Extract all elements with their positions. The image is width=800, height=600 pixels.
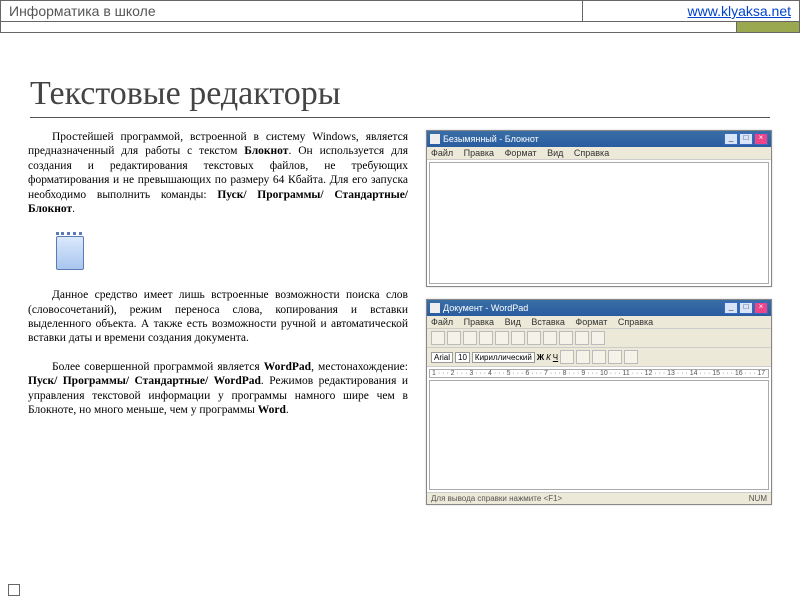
align-left-icon[interactable] <box>576 350 590 364</box>
charset-select[interactable]: Кириллический <box>472 352 535 363</box>
menu-format[interactable]: Формат <box>505 148 537 158</box>
header-sub-row <box>0 22 800 33</box>
menu-edit[interactable]: Правка <box>464 148 494 158</box>
menu-format[interactable]: Формат <box>575 317 607 327</box>
notepad-menubar: Файл Правка Формат Вид Справка <box>427 147 771 160</box>
wordpad-text-area[interactable] <box>429 380 769 490</box>
wordpad-menubar: Файл Правка Вид Вставка Формат Справка <box>427 316 771 329</box>
notepad-titlebar: Безымянный - Блокнот _ □ × <box>427 131 771 147</box>
header-sub-left <box>1 22 737 32</box>
undo-icon[interactable] <box>575 331 589 345</box>
color-icon[interactable] <box>560 350 574 364</box>
menu-file[interactable]: Файл <box>431 148 453 158</box>
wordpad-statusbar: Для вывода справки нажмите <F1> NUM <box>427 492 771 504</box>
menu-help[interactable]: Справка <box>574 148 609 158</box>
status-num: NUM <box>749 494 767 503</box>
align-right-icon[interactable] <box>608 350 622 364</box>
paragraph-3: Более совершенной программой является Wo… <box>28 360 408 418</box>
title-divider <box>30 117 770 118</box>
image-column: Безымянный - Блокнот _ □ × Файл Правка Ф… <box>426 130 772 505</box>
menu-edit[interactable]: Правка <box>464 317 494 327</box>
page-title: Текстовые редакторы <box>30 75 800 113</box>
minimize-button[interactable]: _ <box>724 302 738 314</box>
preview-icon[interactable] <box>495 331 509 345</box>
paste-icon[interactable] <box>559 331 573 345</box>
datetime-icon[interactable] <box>591 331 605 345</box>
close-button[interactable]: × <box>754 133 768 145</box>
content-row: Простейшей программой, встроенной в сист… <box>0 130 800 505</box>
notepad-text-area[interactable] <box>429 162 769 284</box>
window-buttons: _ □ × <box>724 302 768 314</box>
footer-marker <box>8 584 20 596</box>
header-subject: Информатика в школе <box>1 1 583 21</box>
text-column: Простейшей программой, встроенной в сист… <box>28 130 408 505</box>
print-icon[interactable] <box>479 331 493 345</box>
cut-icon[interactable] <box>527 331 541 345</box>
wordpad-toolbar-2: Arial 10 Кириллический Ж К Ч <box>427 348 771 367</box>
underline-button[interactable]: Ч <box>553 353 558 362</box>
italic-button[interactable]: К <box>546 353 551 362</box>
paragraph-2: Данное средство имеет лишь встроенные во… <box>28 288 408 346</box>
wordpad-toolbar-1 <box>427 329 771 348</box>
header-link[interactable]: www.klyaksa.net <box>688 3 791 19</box>
new-icon[interactable] <box>431 331 445 345</box>
status-hint: Для вывода справки нажмите <F1> <box>431 494 562 503</box>
bullets-icon[interactable] <box>624 350 638 364</box>
wordpad-ruler: 1 · · · 2 · · · 3 · · · 4 · · · 5 · · · … <box>429 369 769 378</box>
wordpad-titlebar: Документ - WordPad _ □ × <box>427 300 771 316</box>
notepad-title: Безымянный - Блокнот <box>443 134 724 144</box>
align-center-icon[interactable] <box>592 350 606 364</box>
page-header: Информатика в школе www.klyaksa.net <box>0 0 800 22</box>
wordpad-app-icon <box>430 303 440 313</box>
close-button[interactable]: × <box>754 302 768 314</box>
menu-help[interactable]: Справка <box>618 317 653 327</box>
window-buttons: _ □ × <box>724 133 768 145</box>
save-icon[interactable] <box>463 331 477 345</box>
size-select[interactable]: 10 <box>455 352 470 363</box>
maximize-button[interactable]: □ <box>739 133 753 145</box>
menu-insert[interactable]: Вставка <box>531 317 564 327</box>
notepad-icon <box>52 230 90 274</box>
menu-file[interactable]: Файл <box>431 317 453 327</box>
paragraph-1: Простейшей программой, встроенной в сист… <box>28 130 408 216</box>
maximize-button[interactable]: □ <box>739 302 753 314</box>
notepad-window: Безымянный - Блокнот _ □ × Файл Правка Ф… <box>426 130 772 287</box>
font-select[interactable]: Arial <box>431 352 453 363</box>
wordpad-title: Документ - WordPad <box>443 303 724 313</box>
notepad-app-icon <box>430 134 440 144</box>
bold-button[interactable]: Ж <box>537 353 544 362</box>
header-link-cell: www.klyaksa.net <box>583 1 799 21</box>
menu-view[interactable]: Вид <box>547 148 563 158</box>
minimize-button[interactable]: _ <box>724 133 738 145</box>
wordpad-window: Документ - WordPad _ □ × Файл Правка Вид… <box>426 299 772 505</box>
copy-icon[interactable] <box>543 331 557 345</box>
find-icon[interactable] <box>511 331 525 345</box>
menu-view[interactable]: Вид <box>505 317 521 327</box>
open-icon[interactable] <box>447 331 461 345</box>
header-sub-accent <box>737 22 799 32</box>
